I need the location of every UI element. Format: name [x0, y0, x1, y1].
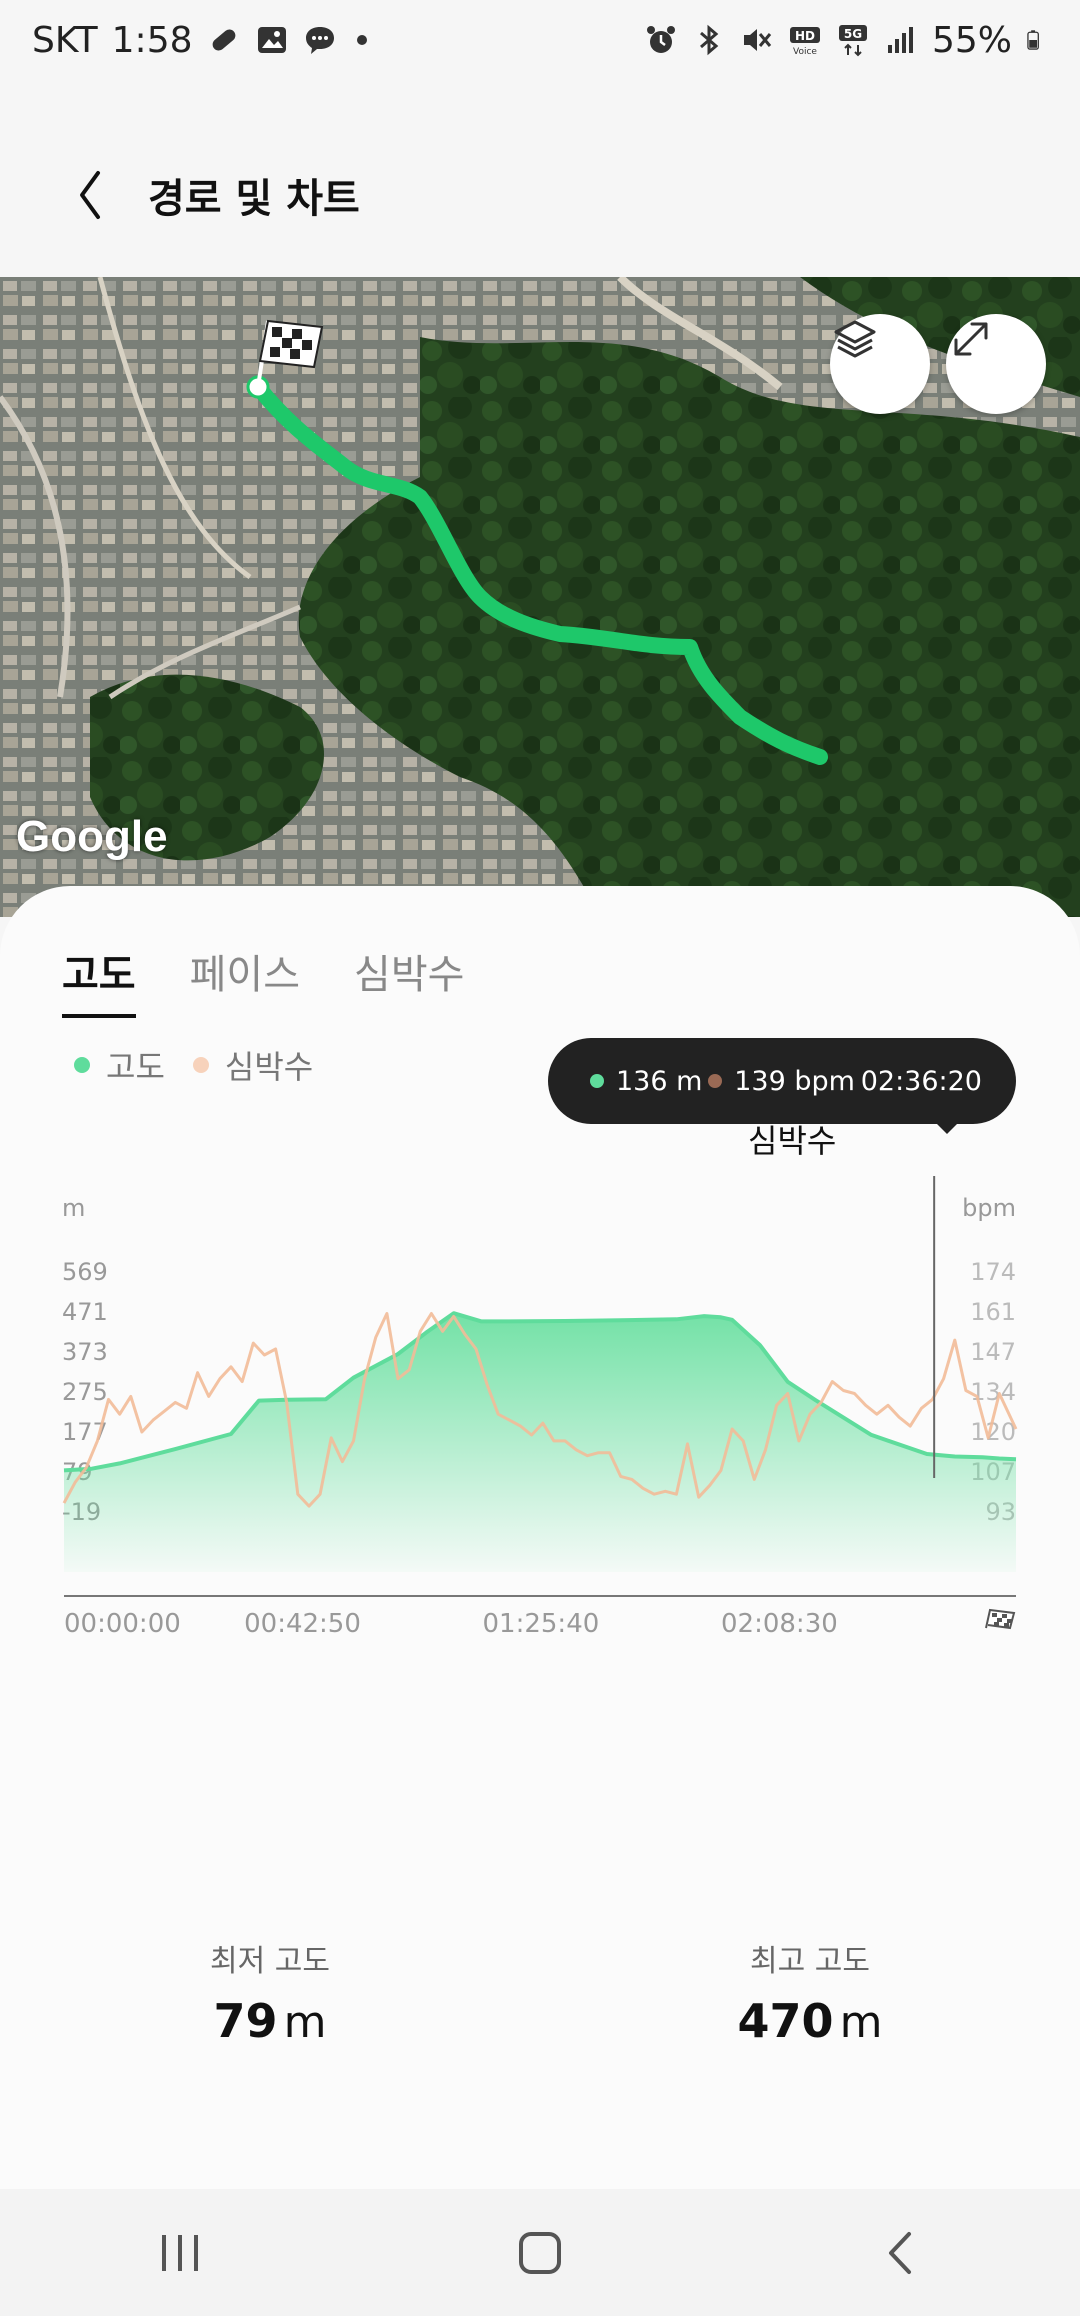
alarm-icon — [646, 26, 675, 53]
y-left-tick-label: 569 — [62, 1258, 108, 1286]
x-tick-label: 00:00:00 — [64, 1609, 181, 1639]
max-elevation-value-wrap: 470 m — [738, 1994, 883, 2048]
tooltip-heart-rate-dot — [708, 1074, 723, 1088]
elevation-stats: 최저 고도 79 m 최고 고도 470 m — [0, 1936, 1080, 2048]
notification-dot-icon — [356, 35, 367, 45]
chart-sheet: 고도 페이스 심박수 고도 심박수 심박수 136 m 139 bpm 02:3… — [0, 886, 1080, 2189]
y-right-unit: bpm — [962, 1194, 1016, 1222]
min-elevation-value: 79 — [213, 1994, 278, 2048]
tab-elevation[interactable]: 고도 — [62, 942, 136, 1018]
gallery-icon — [257, 27, 286, 53]
elevation-chart[interactable]: 56947137327517779-1917416114713412010793… — [0, 1176, 1080, 1726]
google-attribution: Google — [16, 812, 168, 861]
bluetooth-icon — [700, 24, 719, 56]
tooltip-heart-rate-value: 139 bpm — [734, 1065, 855, 1097]
y-right-tick-label: 174 — [970, 1258, 1016, 1286]
min-elevation-stat: 최저 고도 79 m — [0, 1936, 540, 2048]
y-left-tick-label: 275 — [62, 1378, 108, 1406]
tooltip-time: 02:36:20 — [860, 1065, 982, 1097]
tooltip-elevation-dot — [590, 1074, 604, 1088]
min-elevation-label: 최저 고도 — [210, 1944, 330, 1979]
route-map[interactable]: Google — [0, 277, 1080, 917]
max-elevation-stat: 최고 고도 470 m — [540, 1936, 1080, 2048]
legend-heart-rate-label: 심박수 — [224, 1048, 314, 1086]
status-bar: SKT 1:58 HD Voice 5G 55% — [0, 0, 1080, 80]
svg-text:Voice: Voice — [793, 47, 817, 57]
system-back-button[interactable] — [845, 2203, 955, 2303]
y-right-tick-label: 161 — [970, 1298, 1016, 1326]
signal-icon — [887, 27, 913, 53]
expand-icon — [954, 322, 988, 356]
svg-text:5G: 5G — [844, 27, 862, 41]
home-button[interactable] — [485, 2203, 595, 2303]
max-elevation-value: 470 — [737, 1994, 834, 2048]
x-tick-label: 02:08:30 — [721, 1609, 838, 1639]
layers-icon — [834, 320, 876, 358]
back-button[interactable] — [40, 145, 140, 245]
legend-elevation-label: 고도 — [106, 1048, 165, 1086]
chevron-left-icon — [80, 171, 100, 219]
map-expand-button[interactable] — [946, 314, 1046, 414]
home-icon — [519, 2231, 561, 2274]
battery-icon — [1027, 30, 1039, 50]
mute-icon — [743, 29, 772, 51]
map-layers-button[interactable] — [830, 314, 930, 414]
5g-icon: 5G — [838, 25, 867, 57]
tooltip-elevation-value: 136 m — [616, 1065, 703, 1097]
max-elevation-label: 최고 고도 — [750, 1944, 870, 1979]
min-elevation-value-wrap: 79 m — [214, 1994, 327, 2048]
recent-apps-button[interactable] — [125, 2203, 235, 2303]
pill-icon — [212, 29, 235, 51]
y-left-tick-label: 471 — [62, 1298, 108, 1326]
chart-tabs: 고도 페이스 심박수 — [62, 942, 464, 1018]
y-left-tick-label: 373 — [62, 1338, 108, 1366]
y-left-unit: m — [62, 1194, 85, 1222]
recent-apps-icon — [162, 2234, 198, 2271]
legend-heart-rate: 심박수 — [192, 1042, 314, 1088]
max-elevation-unit: m — [839, 1997, 883, 2048]
carrier-label: SKT — [32, 19, 98, 61]
back-icon — [889, 2231, 911, 2274]
tab-heart-rate[interactable]: 심박수 — [354, 942, 464, 1018]
legend-heart-rate-dot — [192, 1057, 209, 1073]
y-right-tick-label: 147 — [970, 1338, 1016, 1366]
battery-percent: 55% — [931, 19, 1012, 61]
min-elevation-unit: m — [283, 1997, 327, 2048]
message-icon — [305, 27, 334, 54]
system-navigation-bar — [0, 2189, 1080, 2316]
tooltip-arrow — [935, 1122, 959, 1134]
svg-text:HD: HD — [795, 29, 815, 43]
chart-tooltip: 136 m 139 bpm 02:36:20 — [548, 1038, 1016, 1124]
legend-elevation: 고도 — [74, 1042, 165, 1088]
clock: 1:58 — [111, 19, 193, 61]
hd-voice-icon: HD Voice — [789, 27, 820, 57]
app-header: 경로 및 차트 — [0, 130, 1080, 260]
chart-legend: 고도 심박수 — [74, 1042, 325, 1088]
tab-pace[interactable]: 페이스 — [190, 942, 300, 1018]
finish-flag-small-icon — [985, 1608, 1016, 1630]
legend-elevation-dot — [74, 1057, 90, 1073]
x-tick-label: 01:25:40 — [483, 1609, 600, 1639]
page-title: 경로 및 차트 — [148, 176, 360, 222]
x-tick-label: 00:42:50 — [244, 1609, 361, 1639]
